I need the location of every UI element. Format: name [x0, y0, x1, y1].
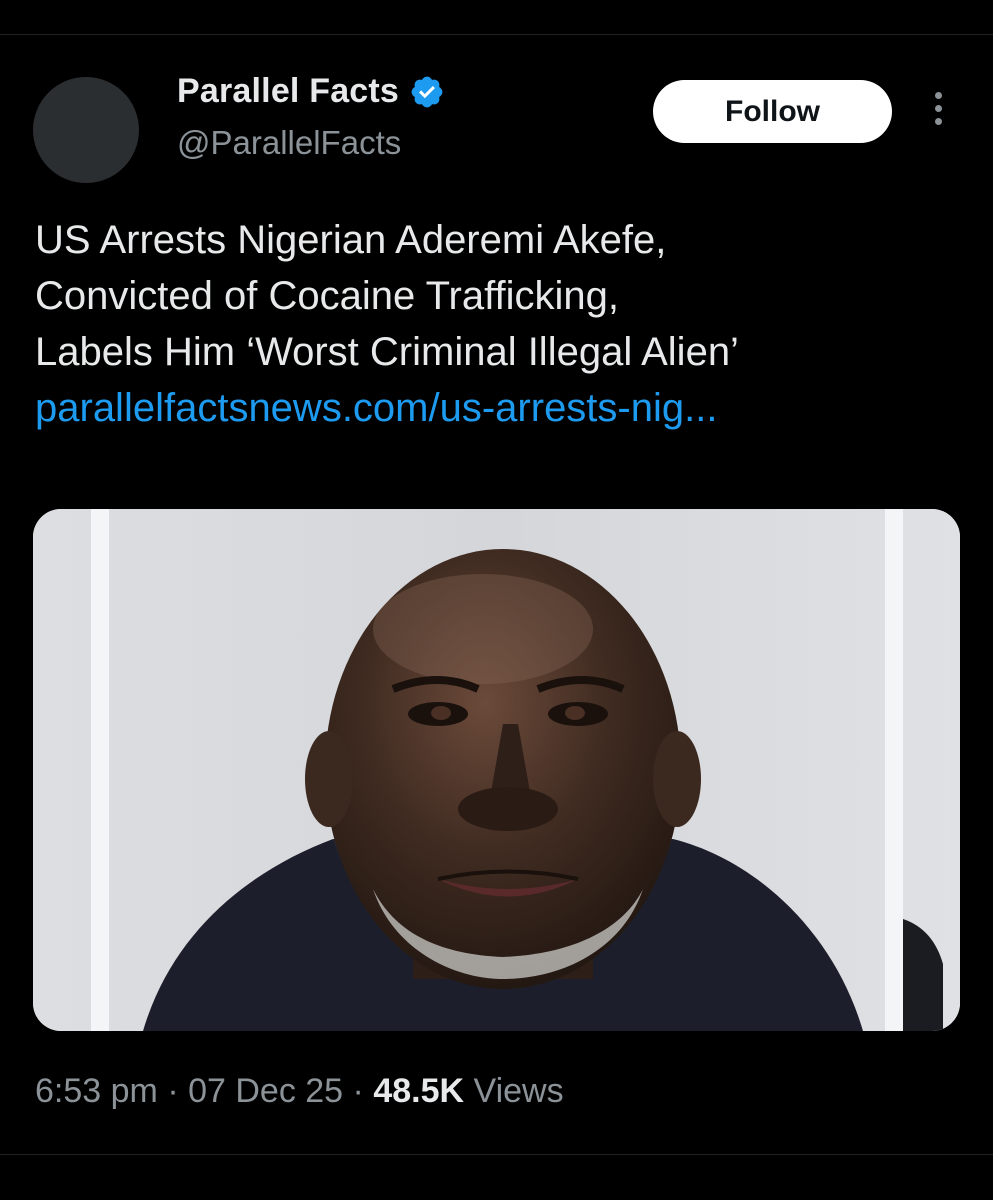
tweet-link[interactable]: parallelfactsnews.com/us-arrests-nig... — [35, 380, 965, 436]
more-options-icon[interactable] — [928, 92, 948, 132]
mugshot-photo — [33, 509, 960, 1031]
tweet-text-line: Convicted of Cocaine Trafficking, — [35, 274, 620, 318]
meta-separator: · — [167, 1072, 179, 1110]
top-divider — [0, 34, 993, 35]
tweet-meta: 6:53 pm · 07 Dec 25 · 48.5K Views — [35, 1072, 564, 1111]
tweet-date[interactable]: 07 Dec 25 — [188, 1072, 343, 1110]
author-handle[interactable]: @ParallelFacts — [177, 124, 401, 162]
tweet-text-line: US Arrests Nigerian Aderemi Akefe, — [35, 218, 667, 262]
follow-button[interactable]: Follow — [653, 80, 892, 143]
bottom-divider — [0, 1154, 993, 1155]
author-display-name[interactable]: Parallel Facts — [177, 72, 399, 111]
tweet-text-line: Labels Him ‘Worst Criminal Illegal Alien… — [35, 330, 739, 374]
views-count: 48.5K — [373, 1072, 465, 1110]
meta-separator: · — [352, 1072, 364, 1110]
avatar[interactable] — [33, 77, 139, 183]
verified-badge-icon — [411, 76, 443, 107]
tweet-media-image[interactable] — [33, 509, 960, 1031]
tweet-time[interactable]: 6:53 pm — [35, 1072, 158, 1110]
author-name-row: Parallel Facts — [177, 72, 445, 111]
tweet-text: US Arrests Nigerian Aderemi Akefe, Convi… — [35, 212, 965, 436]
views-label: Views — [473, 1072, 564, 1110]
